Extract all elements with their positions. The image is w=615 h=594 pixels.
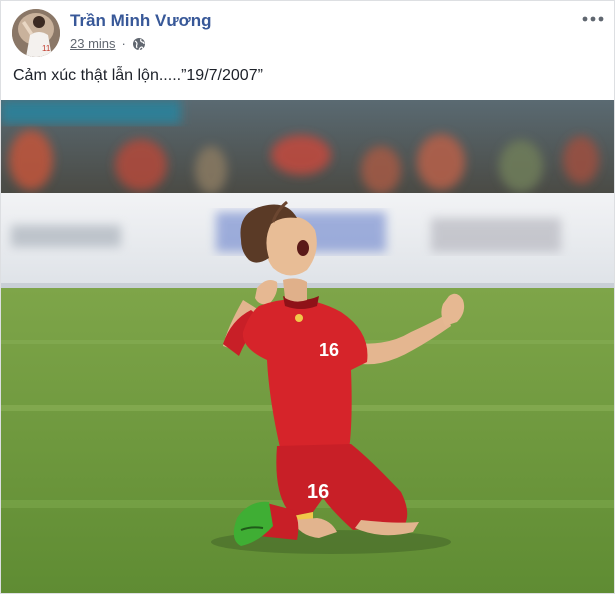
svg-text:11: 11	[42, 44, 51, 53]
post-timestamp-link[interactable]: 23 mins	[70, 36, 116, 51]
feed-post: 11 Trần Minh Vương 23 mins · Cảm xúc thậ…	[0, 0, 615, 594]
shorts-number: 16	[307, 481, 329, 503]
post-text: Cảm xúc thật lẫn lộn.....”19/7/2007”	[13, 67, 263, 84]
author-name-link[interactable]: Trần Minh Vương	[70, 11, 212, 31]
more-options-button[interactable]	[580, 9, 606, 29]
meta-separator: ·	[121, 36, 126, 51]
post-meta: 23 mins ·	[70, 36, 146, 51]
avatar-image: 11	[12, 9, 60, 57]
ellipsis-icon	[582, 16, 604, 22]
jersey-number: 16	[319, 340, 339, 360]
globe-icon[interactable]	[132, 37, 146, 51]
post-photo-image: 16 16	[1, 100, 614, 593]
post-photo[interactable]: 16 16	[1, 100, 614, 593]
author-avatar[interactable]: 11	[12, 9, 60, 57]
